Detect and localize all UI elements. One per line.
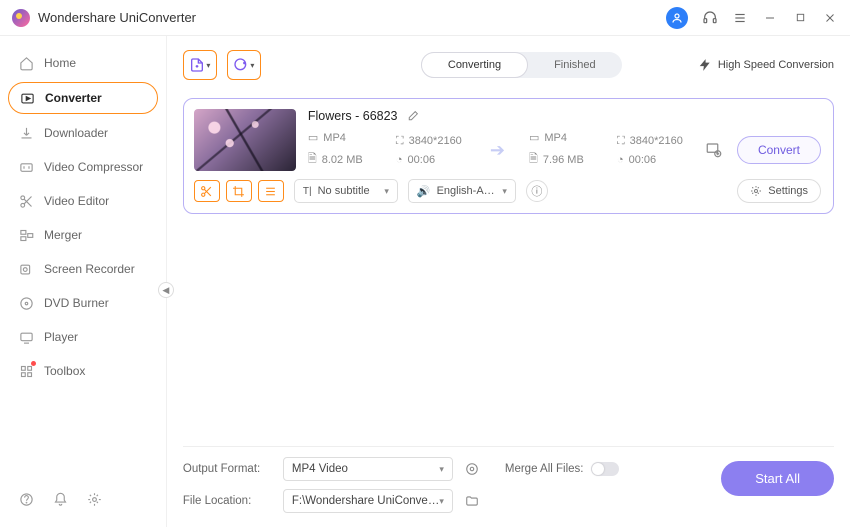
- audio-select[interactable]: 🔊 English-Advan... ▾: [408, 179, 516, 203]
- gear-icon[interactable]: [86, 491, 102, 507]
- sidebar-item-toolbox[interactable]: Toolbox: [8, 356, 158, 386]
- add-file-button[interactable]: ▾: [183, 50, 217, 80]
- sidebar-item-player[interactable]: Player: [8, 322, 158, 352]
- src-format: MP4: [323, 132, 346, 144]
- sidebar-item-merger[interactable]: Merger: [8, 220, 158, 250]
- open-folder-icon[interactable]: [463, 492, 481, 510]
- compressor-icon: [18, 159, 34, 175]
- src-dur: 00:06: [408, 154, 436, 166]
- info-icon[interactable]: ⓘ: [526, 180, 548, 202]
- menu-icon[interactable]: [732, 10, 748, 26]
- toolbar: ▾ ▾ Converting Finished High Speed Conve…: [183, 46, 834, 84]
- merge-label: Merge All Files:: [505, 463, 584, 475]
- settings-button[interactable]: Settings: [737, 179, 821, 203]
- convert-button[interactable]: Convert: [737, 136, 821, 164]
- src-size: 8.02 MB: [322, 154, 363, 166]
- sidebar: Home Converter Downloader Video Compress…: [0, 36, 167, 527]
- merger-icon: [18, 227, 34, 243]
- download-icon: [18, 125, 34, 141]
- merge-toggle[interactable]: [591, 462, 619, 476]
- subtitle-value: No subtitle: [318, 185, 370, 197]
- scissors-icon: [18, 193, 34, 209]
- home-icon: [18, 55, 34, 71]
- tabbar: Converting Finished: [421, 52, 622, 78]
- bottom-bar: Output Format: MP4 Video ▾ Merge All Fil…: [183, 446, 834, 527]
- settings-label: Settings: [768, 185, 808, 197]
- file-location-value: F:\Wondershare UniConverter: [292, 495, 439, 507]
- format-settings-icon[interactable]: [463, 460, 481, 478]
- start-all-button[interactable]: Start All: [721, 461, 834, 496]
- trim-button[interactable]: [194, 180, 220, 202]
- file-location-select[interactable]: F:\Wondershare UniConverter ▾: [283, 489, 453, 513]
- bell-icon[interactable]: [52, 491, 68, 507]
- clock-icon: ◔: [617, 154, 624, 166]
- output-format-label: Output Format:: [183, 463, 273, 475]
- help-icon[interactable]: [18, 491, 34, 507]
- resolution-icon: ⛶: [396, 135, 404, 148]
- high-speed-label: High Speed Conversion: [718, 59, 834, 71]
- tab-converting[interactable]: Converting: [421, 52, 528, 78]
- video-icon: ▭: [529, 131, 539, 144]
- clock-icon: ◔: [396, 154, 403, 166]
- video-icon: ▭: [308, 131, 318, 144]
- sidebar-item-compressor[interactable]: Video Compressor: [8, 152, 158, 182]
- dst-format: MP4: [544, 132, 567, 144]
- player-icon: [18, 329, 34, 345]
- file-location-label: File Location:: [183, 495, 273, 507]
- dst-dur: 00:06: [629, 154, 657, 166]
- sidebar-item-label: Toolbox: [44, 364, 85, 378]
- file-icon: 🗎: [308, 150, 317, 169]
- headset-icon[interactable]: [702, 10, 718, 26]
- output-settings-icon[interactable]: [705, 141, 723, 159]
- tab-finished[interactable]: Finished: [528, 52, 622, 78]
- sidebar-item-recorder[interactable]: Screen Recorder: [8, 254, 158, 284]
- sidebar-item-editor[interactable]: Video Editor: [8, 186, 158, 216]
- sidebar-item-label: Merger: [44, 228, 82, 242]
- app-logo-icon: [12, 9, 30, 27]
- sidebar-item-dvd[interactable]: DVD Burner: [8, 288, 158, 318]
- converter-icon: [19, 90, 35, 106]
- high-speed-toggle[interactable]: High Speed Conversion: [698, 58, 834, 72]
- recorder-icon: [18, 261, 34, 277]
- crop-button[interactable]: [226, 180, 252, 202]
- rename-icon[interactable]: [406, 110, 419, 123]
- effects-button[interactable]: [258, 180, 284, 202]
- app-title: Wondershare UniConverter: [38, 10, 196, 25]
- sidebar-item-label: Video Compressor: [44, 160, 143, 174]
- account-avatar[interactable]: [666, 7, 688, 29]
- sidebar-item-converter[interactable]: Converter: [8, 82, 158, 114]
- output-format-value: MP4 Video: [292, 463, 348, 475]
- maximize-icon[interactable]: [792, 10, 808, 26]
- audio-value: English-Advan...: [437, 185, 497, 197]
- sidebar-item-label: Converter: [45, 91, 102, 105]
- file-title: Flowers - 66823: [308, 109, 398, 123]
- toolbox-icon: [18, 363, 34, 379]
- src-res: 3840*2160: [409, 135, 462, 147]
- sidebar-item-label: Home: [44, 56, 76, 70]
- add-disc-button[interactable]: ▾: [227, 50, 261, 80]
- sidebar-item-home[interactable]: Home: [8, 48, 158, 78]
- close-icon[interactable]: [822, 10, 838, 26]
- title-actions: [666, 7, 838, 29]
- file-card: Flowers - 66823 ▭ MP4 🗎 8.02 MB ⛶ 3840*2160…: [183, 98, 834, 214]
- output-format-select[interactable]: MP4 Video ▾: [283, 457, 453, 481]
- disc-icon: [18, 295, 34, 311]
- minimize-icon[interactable]: [762, 10, 778, 26]
- dst-res: 3840*2160: [630, 135, 683, 147]
- sidebar-item-label: DVD Burner: [44, 296, 109, 310]
- subtitle-select[interactable]: T| No subtitle ▾: [294, 179, 398, 203]
- video-thumbnail[interactable]: [194, 109, 296, 171]
- app-logo-wrap: Wondershare UniConverter: [12, 9, 196, 27]
- titlebar: Wondershare UniConverter: [0, 0, 850, 36]
- sidebar-item-label: Downloader: [44, 126, 108, 140]
- sidebar-item-label: Player: [44, 330, 78, 344]
- arrow-icon: ➔: [490, 140, 505, 161]
- sidebar-item-label: Screen Recorder: [44, 262, 135, 276]
- sidebar-item-label: Video Editor: [44, 194, 109, 208]
- sidebar-item-downloader[interactable]: Downloader: [8, 118, 158, 148]
- dst-size: 7.96 MB: [543, 154, 584, 166]
- file-icon: 🗎: [529, 150, 538, 169]
- resolution-icon: ⛶: [617, 135, 625, 148]
- main-panel: ▾ ▾ Converting Finished High Speed Conve…: [167, 36, 850, 527]
